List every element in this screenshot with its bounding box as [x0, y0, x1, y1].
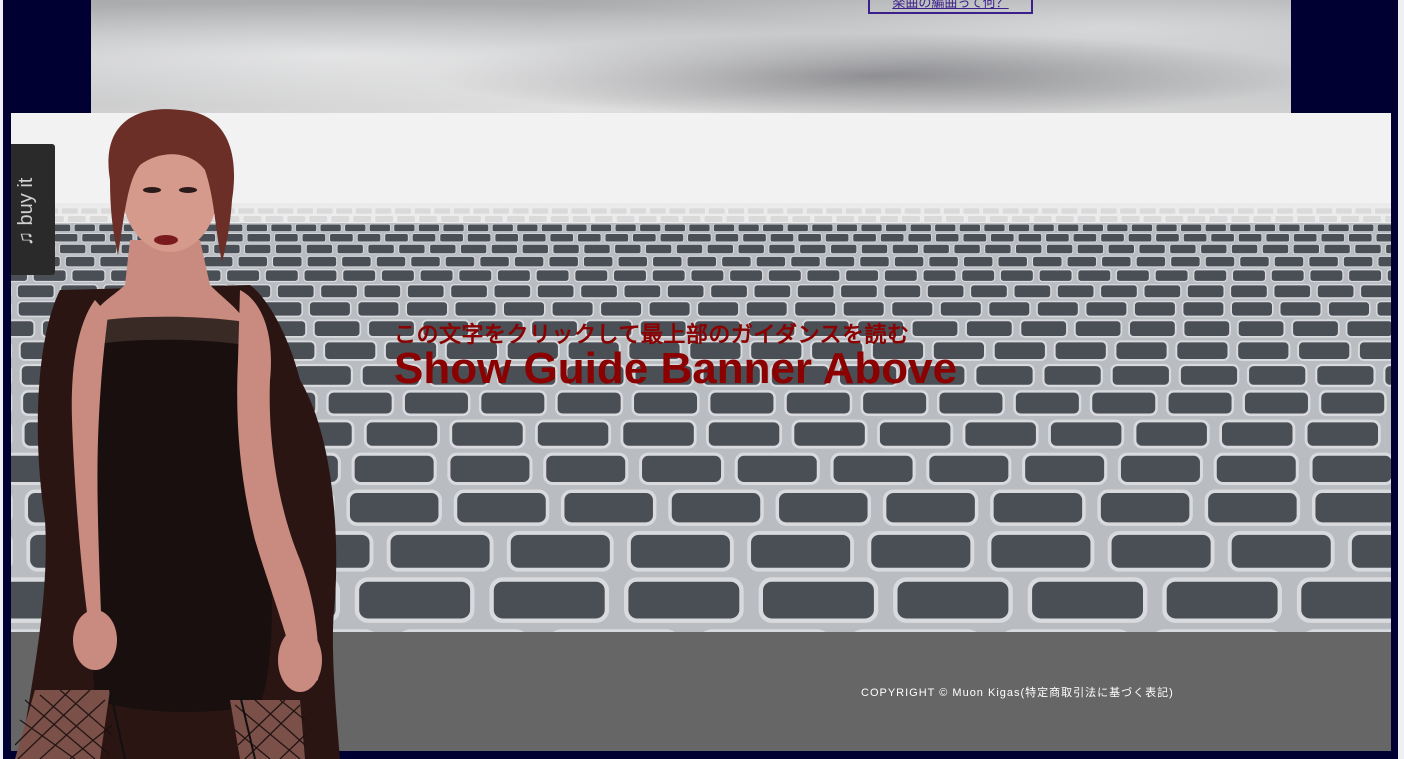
music-note-icon: ♫: [15, 231, 37, 246]
buy-it-tab[interactable]: ♫ buy it: [11, 144, 55, 275]
performer-photo: [14, 109, 340, 759]
copyright-text[interactable]: COPYRIGHT © Muon Kigas(特定商取引法に基づく表記): [861, 684, 1174, 700]
right-edge-strip: [1398, 0, 1404, 759]
arrangement-link[interactable]: 楽曲の編曲って何？: [868, 0, 1033, 14]
buy-it-label: ♫ buy it: [15, 177, 37, 246]
guide-link-en[interactable]: Show Guide Banner Above: [394, 344, 1034, 394]
